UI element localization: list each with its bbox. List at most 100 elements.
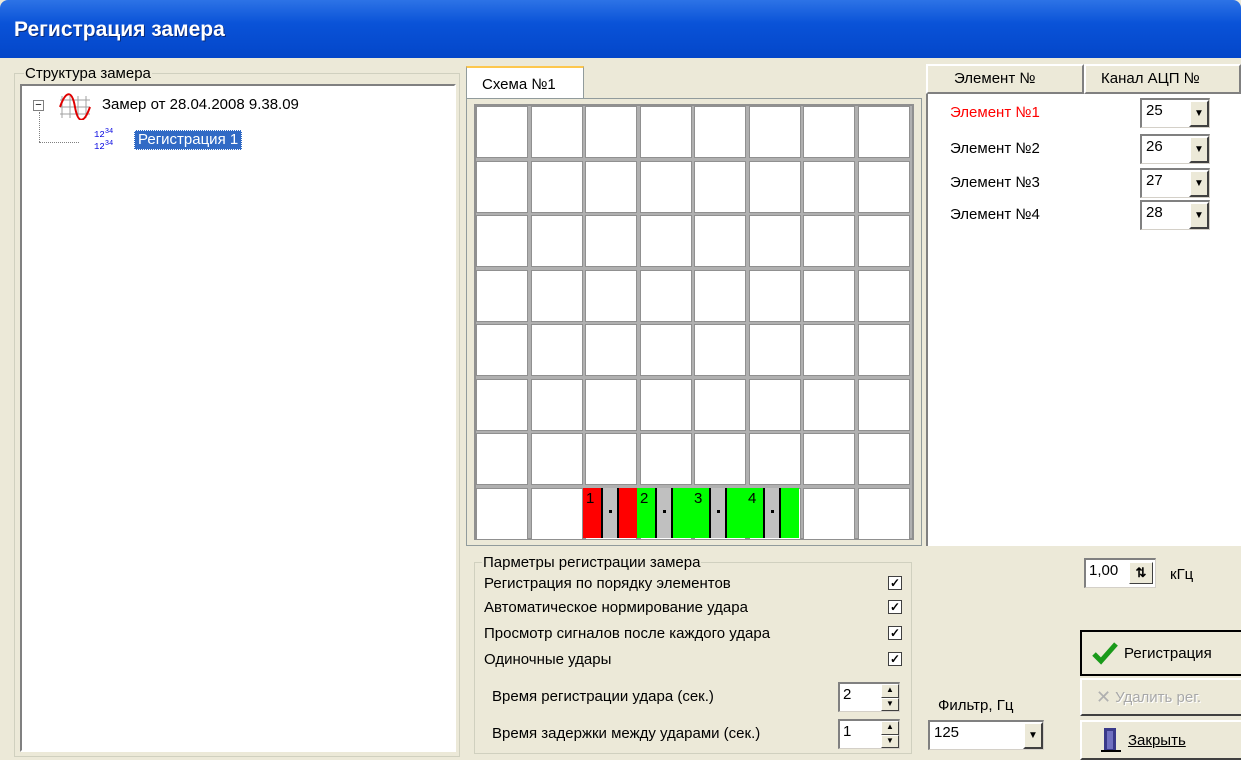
grid-cell[interactable] — [803, 487, 855, 540]
grid-cell[interactable] — [639, 215, 692, 267]
grid-cell[interactable] — [748, 215, 801, 267]
grid-cell[interactable] — [530, 487, 583, 540]
grid-cell[interactable] — [476, 160, 528, 213]
grid-cell[interactable] — [639, 433, 692, 485]
grid-cell[interactable] — [694, 433, 746, 485]
grid-cell[interactable] — [585, 160, 637, 213]
grid-cell[interactable] — [857, 433, 910, 485]
grid-cell[interactable] — [857, 160, 910, 213]
grid-cell[interactable] — [748, 324, 801, 376]
element-4[interactable]: 4 — [745, 488, 799, 538]
grid-cell[interactable] — [748, 106, 801, 158]
channel-row-2-select[interactable]: 26 ▼ — [1140, 134, 1210, 164]
channel-row-4-element[interactable]: Элемент №4 — [950, 206, 1040, 224]
grid-cell[interactable] — [694, 160, 746, 213]
grid-cell[interactable] — [803, 160, 855, 213]
grid-cell[interactable] — [857, 324, 910, 376]
scheme-grid[interactable] — [474, 104, 914, 540]
title-bar[interactable]: Регистрация замера — [0, 0, 1241, 58]
chevron-down-icon[interactable]: ▼ — [1189, 202, 1209, 229]
channel-row-3-select[interactable]: 27 ▼ — [1140, 168, 1210, 198]
grid-cell[interactable] — [857, 106, 910, 158]
grid-cell[interactable] — [803, 324, 855, 376]
grid-cell[interactable] — [639, 106, 692, 158]
tree-view[interactable]: − Замер от 28.04.2008 9.38.09 1234 1234 Р… — [20, 84, 456, 752]
channel-row-2-element[interactable]: Элемент №2 — [950, 140, 1040, 158]
grid-cell[interactable] — [476, 215, 528, 267]
grid-cell[interactable] — [476, 378, 528, 431]
freq-spin-icon[interactable]: ⇅ — [1129, 562, 1153, 584]
register-button[interactable]: Регистрация — [1080, 630, 1241, 676]
expand-collapse-icon[interactable]: − — [33, 100, 44, 111]
spin-up-icon[interactable]: ▲ — [881, 684, 899, 698]
grid-cell[interactable] — [585, 106, 637, 158]
element-3[interactable]: 3 — [691, 488, 745, 538]
channel-row-1-select[interactable]: 25 ▼ — [1140, 98, 1210, 128]
time-delay-spinner[interactable]: 1 ▲ ▼ — [838, 719, 900, 749]
grid-cell[interactable] — [585, 433, 637, 485]
grid-cell[interactable] — [530, 324, 583, 376]
spin-down-icon[interactable]: ▼ — [881, 697, 899, 711]
grid-cell[interactable] — [694, 106, 746, 158]
grid-cell[interactable] — [857, 215, 910, 267]
grid-cell[interactable] — [585, 215, 637, 267]
chevron-down-icon[interactable]: ▼ — [1189, 100, 1209, 127]
chevron-down-icon[interactable]: ▼ — [1189, 136, 1209, 163]
channel-row-3-element[interactable]: Элемент №3 — [950, 174, 1040, 192]
time-reg-spinner[interactable]: 2 ▲ ▼ — [838, 682, 900, 712]
tree-root-label[interactable]: Замер от 28.04.2008 9.38.09 — [102, 96, 299, 114]
grid-cell[interactable] — [639, 160, 692, 213]
grid-cell[interactable] — [476, 269, 528, 322]
grid-cell[interactable] — [748, 269, 801, 322]
grid-cell[interactable] — [857, 487, 910, 540]
grid-cell[interactable] — [476, 433, 528, 485]
chevron-down-icon[interactable]: ▼ — [1023, 722, 1043, 749]
grid-cell[interactable] — [530, 160, 583, 213]
grid-cell[interactable] — [803, 378, 855, 431]
grid-cell[interactable] — [530, 106, 583, 158]
grid-cell[interactable] — [857, 378, 910, 431]
grid-cell[interactable] — [639, 378, 692, 431]
grid-cell[interactable] — [585, 378, 637, 431]
delete-button[interactable]: ✕ Удалить рег. — [1080, 678, 1241, 716]
element-2[interactable]: 2 — [637, 488, 691, 538]
grid-cell[interactable] — [803, 433, 855, 485]
tree-child-label[interactable]: Регистрация 1 — [134, 130, 243, 150]
grid-cell[interactable] — [476, 487, 528, 540]
check4-checkbox[interactable]: ✓ — [888, 652, 902, 666]
grid-cell[interactable] — [639, 324, 692, 376]
grid-cell[interactable] — [803, 215, 855, 267]
grid-cell[interactable] — [803, 106, 855, 158]
grid-cell[interactable] — [530, 378, 583, 431]
element-1[interactable]: 1 — [583, 488, 637, 538]
close-button[interactable]: Закрыть — [1080, 720, 1241, 760]
grid-cell[interactable] — [694, 324, 746, 376]
chevron-down-icon[interactable]: ▼ — [1189, 170, 1209, 197]
spin-up-icon[interactable]: ▲ — [881, 721, 899, 735]
grid-cell[interactable] — [585, 324, 637, 376]
grid-cell[interactable] — [585, 269, 637, 322]
channel-row-1-element[interactable]: Элемент №1 — [950, 104, 1040, 122]
channel-row-4-select[interactable]: 28 ▼ — [1140, 200, 1210, 230]
grid-cell[interactable] — [857, 269, 910, 322]
grid-cell[interactable] — [530, 269, 583, 322]
filter-select[interactable]: 125 ▼ — [928, 720, 1044, 750]
grid-cell[interactable] — [530, 215, 583, 267]
grid-cell[interactable] — [476, 324, 528, 376]
check3-checkbox[interactable]: ✓ — [888, 626, 902, 640]
grid-cell[interactable] — [639, 269, 692, 322]
grid-cell[interactable] — [694, 378, 746, 431]
grid-cell[interactable] — [748, 378, 801, 431]
freq-spinner[interactable]: 1,00 ⇅ — [1084, 558, 1156, 588]
check2-checkbox[interactable]: ✓ — [888, 600, 902, 614]
spin-down-icon[interactable]: ▼ — [881, 734, 899, 748]
grid-cell[interactable] — [476, 106, 528, 158]
grid-cell[interactable] — [694, 269, 746, 322]
element-3-number: 3 — [694, 490, 703, 507]
grid-cell[interactable] — [748, 433, 801, 485]
grid-cell[interactable] — [803, 269, 855, 322]
grid-cell[interactable] — [748, 160, 801, 213]
grid-cell[interactable] — [530, 433, 583, 485]
grid-cell[interactable] — [694, 215, 746, 267]
check1-checkbox[interactable]: ✓ — [888, 576, 902, 590]
